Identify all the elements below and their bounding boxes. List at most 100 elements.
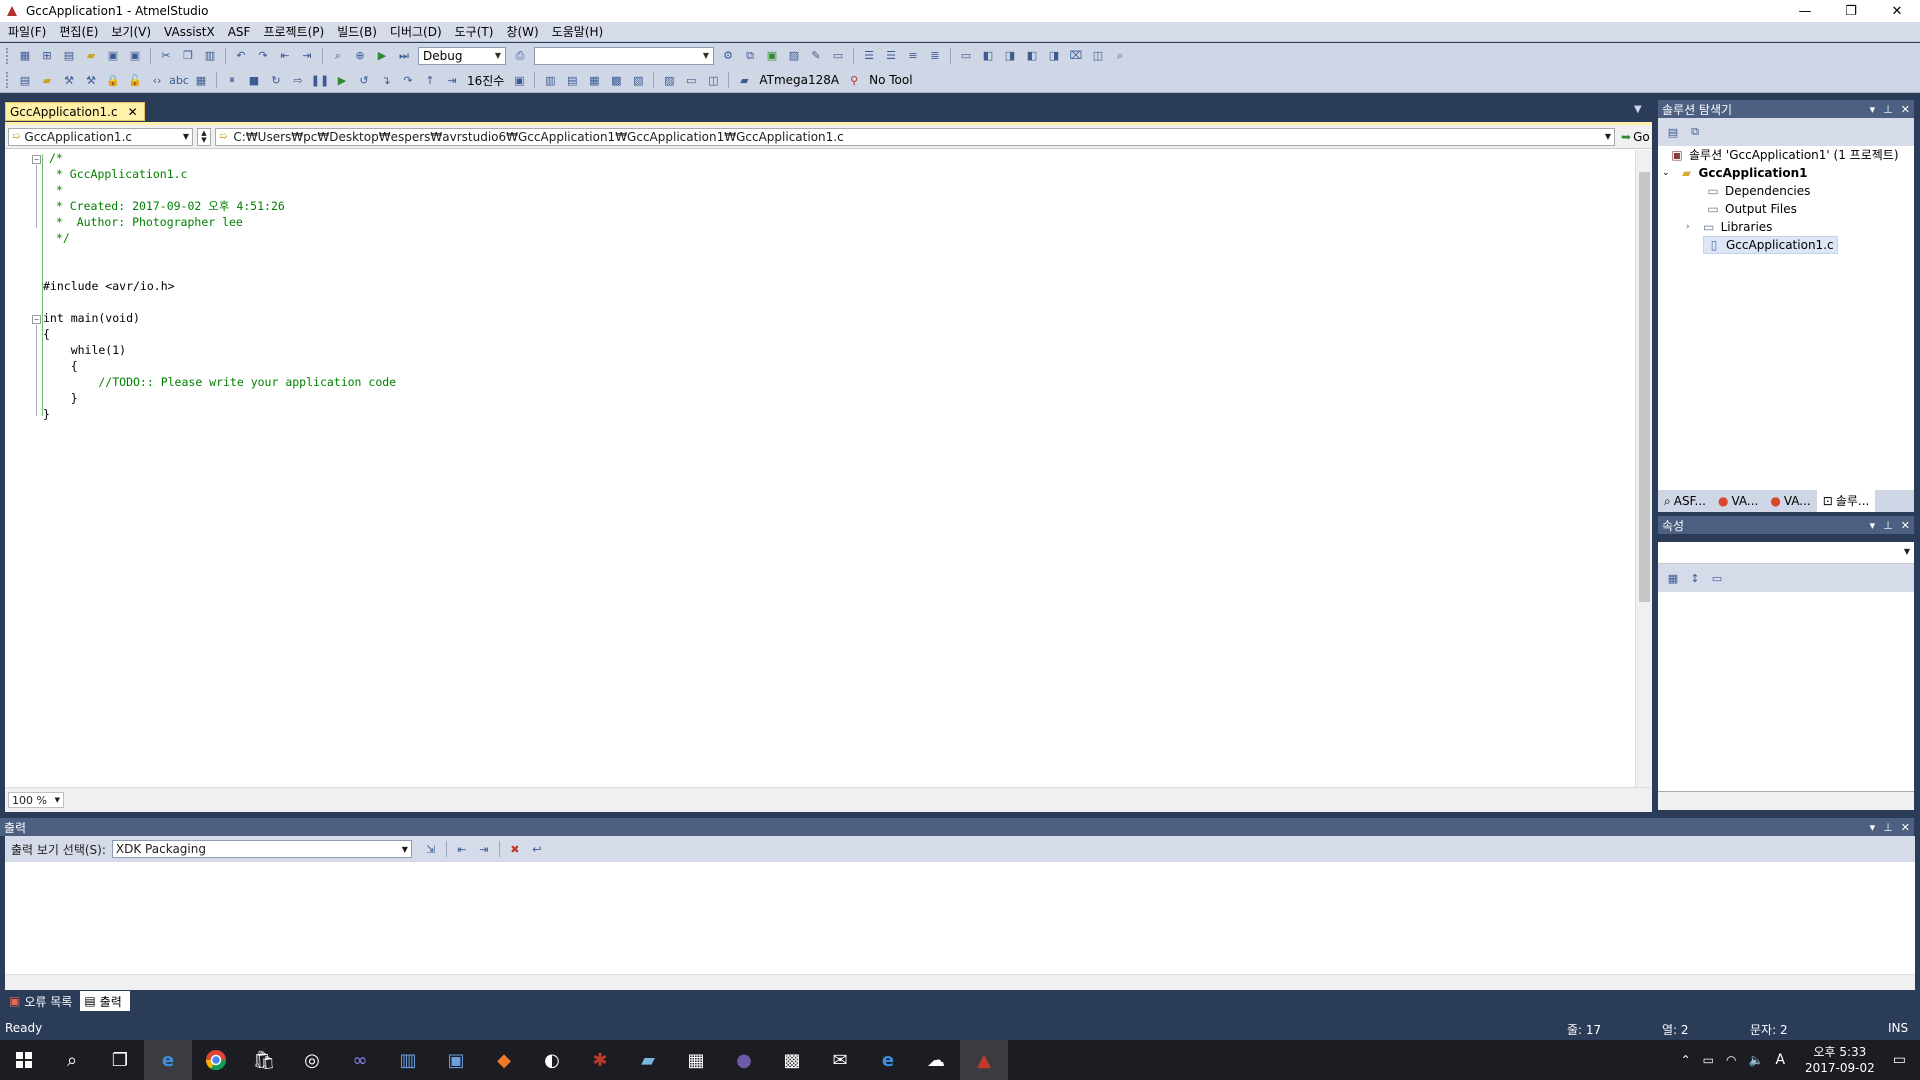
- menu-file[interactable]: 파일(F): [4, 22, 55, 42]
- chip-icon[interactable]: ▰: [735, 71, 753, 89]
- show-next-statement-icon[interactable]: ⇨: [289, 71, 307, 89]
- tab-output[interactable]: ▤ 출력: [80, 991, 130, 1011]
- step-over-icon[interactable]: ↷: [399, 71, 417, 89]
- menu-tools[interactable]: 도구(T): [451, 22, 503, 42]
- toolbar-grip[interactable]: [6, 72, 10, 88]
- volume-icon[interactable]: 🔈: [1748, 1053, 1763, 1067]
- menu-build[interactable]: 빌드(B): [333, 22, 386, 42]
- tree-dependencies[interactable]: ▭ Dependencies: [1706, 182, 1810, 200]
- tab-list-dropdown-icon[interactable]: ▼: [1634, 104, 1642, 115]
- watch-icon[interactable]: ▨: [660, 71, 678, 89]
- notes-icon[interactable]: ▰: [624, 1040, 672, 1080]
- bookmark-icon[interactable]: ▭: [957, 47, 975, 65]
- property-pages-icon[interactable]: ▭: [1708, 569, 1726, 587]
- toolbar-grip[interactable]: [6, 47, 10, 64]
- tree-solution[interactable]: ▣ 솔루션 'GccApplication1' (1 프로젝트): [1670, 146, 1898, 164]
- add-existing-icon[interactable]: ▤: [60, 47, 78, 65]
- store-icon[interactable]: 🛍: [240, 1040, 288, 1080]
- clock[interactable]: 오후 5:33 2017-09-02: [1805, 1044, 1875, 1076]
- memory-icon[interactable]: ▥: [541, 71, 559, 89]
- comment-icon[interactable]: ≡: [904, 47, 922, 65]
- edge-browser-icon[interactable]: e: [144, 1040, 192, 1080]
- device-programming-icon[interactable]: ⚙: [719, 47, 737, 65]
- menu-vassistx[interactable]: VAssistX: [160, 22, 224, 42]
- tree-libraries[interactable]: › ▭ Libraries: [1686, 218, 1772, 236]
- panel-menu-icon[interactable]: ▾: [1870, 519, 1876, 532]
- media-player-icon[interactable]: ◎: [288, 1040, 336, 1080]
- start-debugging-icon[interactable]: ▶: [373, 47, 391, 65]
- next-bookmark-folder-icon[interactable]: ◨: [1045, 47, 1063, 65]
- tray-overflow-icon[interactable]: ⌃: [1681, 1053, 1691, 1067]
- tab-solution-explorer[interactable]: ⊡ 솔루...: [1816, 490, 1876, 512]
- clear-all-icon[interactable]: ✖: [506, 840, 524, 858]
- collapse-main-toggle[interactable]: −: [32, 315, 41, 324]
- visual-studio-icon[interactable]: ▥: [384, 1040, 432, 1080]
- new-project-icon[interactable]: ▦: [16, 47, 34, 65]
- project-properties-icon[interactable]: ▤: [16, 71, 34, 89]
- redo-icon[interactable]: ↷: [254, 47, 272, 65]
- output-source-combo[interactable]: XDK Packaging ▼: [111, 840, 412, 858]
- tab-asf-explorer[interactable]: ⌕ ASF...: [1658, 490, 1712, 512]
- restart-icon[interactable]: ↻: [267, 71, 285, 89]
- pause-icon[interactable]: ❚❚: [311, 71, 329, 89]
- tree-output-files[interactable]: ▭ Output Files: [1706, 200, 1797, 218]
- property-grid[interactable]: [1658, 592, 1914, 792]
- break-all-icon[interactable]: ⏸: [223, 71, 241, 89]
- window-layout-icon[interactable]: ▭: [829, 47, 847, 65]
- show-all-files-icon[interactable]: ⧉: [1686, 123, 1704, 141]
- eclipse-icon[interactable]: ●: [720, 1040, 768, 1080]
- find-combo-icon[interactable]: ⎙: [511, 47, 529, 65]
- tree-source-file[interactable]: ▯ GccApplication1.c: [1703, 236, 1838, 254]
- find-icon[interactable]: ⌕: [329, 47, 347, 65]
- file-scope-combo[interactable]: ➯ GccApplication1.c ▼: [8, 127, 193, 146]
- windows-dropdown-icon[interactable]: ▣: [510, 71, 528, 89]
- menu-help[interactable]: 도움말(H): [548, 22, 613, 42]
- spell-check-icon[interactable]: abc: [169, 71, 189, 89]
- tree-project[interactable]: ⌄ ▰ GccApplication1: [1662, 164, 1808, 182]
- photo-app-icon[interactable]: ▩: [768, 1040, 816, 1080]
- data-visualizer-icon[interactable]: ▣: [763, 47, 781, 65]
- start-without-debugging-icon[interactable]: ⏭: [395, 47, 413, 65]
- save-all-icon[interactable]: ▣: [126, 47, 144, 65]
- notification-center-icon[interactable]: ▭: [1893, 1052, 1906, 1068]
- tab-va-outline[interactable]: ● VA...: [1764, 490, 1816, 512]
- open-file-icon[interactable]: ▰: [82, 47, 100, 65]
- disassembly-icon[interactable]: ▧: [629, 71, 647, 89]
- step-out-icon[interactable]: ↑: [421, 71, 439, 89]
- start-button[interactable]: [0, 1040, 48, 1080]
- battery-icon[interactable]: ▭: [1703, 1053, 1714, 1067]
- orange-app-icon[interactable]: ◆: [480, 1040, 528, 1080]
- path-combo[interactable]: ➯ C:₩Users₩pc₩Desktop₩espers₩avrstudio6₩…: [215, 127, 1615, 146]
- outdent-icon[interactable]: ☰: [882, 47, 900, 65]
- tab-error-list[interactable]: ▣ 오류 목록: [5, 991, 80, 1011]
- options-icon[interactable]: ▦: [192, 71, 210, 89]
- registers-icon[interactable]: ▤: [563, 71, 581, 89]
- code-braces-icon[interactable]: ‹›: [148, 71, 166, 89]
- object-selector[interactable]: ▼: [1658, 542, 1914, 564]
- tab-gccapplication1-c[interactable]: GccApplication1.c ✕: [5, 102, 145, 121]
- expand-arrow-icon[interactable]: ›: [1686, 218, 1690, 236]
- pin-icon[interactable]: ⊥: [1883, 103, 1893, 116]
- find-message-icon[interactable]: ⇲: [422, 840, 440, 858]
- add-item-icon[interactable]: ⊞: [38, 47, 56, 65]
- prev-message-icon[interactable]: ⇤: [453, 840, 471, 858]
- close-tab-icon[interactable]: ✕: [128, 105, 138, 119]
- clear-bookmarks-icon[interactable]: ⌧: [1067, 47, 1085, 65]
- search-icon[interactable]: ⌕: [1111, 47, 1129, 65]
- io-view-icon[interactable]: ▦: [585, 71, 603, 89]
- properties-icon[interactable]: ▤: [1664, 123, 1682, 141]
- alphabetical-icon[interactable]: ↕: [1686, 569, 1704, 587]
- tool-icon[interactable]: ⚲: [845, 71, 863, 89]
- menu-edit[interactable]: 편집(E): [55, 22, 107, 42]
- menu-project[interactable]: 프로젝트(P): [259, 22, 333, 42]
- processor-icon[interactable]: ▩: [607, 71, 625, 89]
- scope-spinner[interactable]: ▲ ▼: [197, 127, 211, 146]
- open-folder-icon[interactable]: ▰: [38, 71, 56, 89]
- pin-icon[interactable]: ⊥: [1883, 821, 1893, 834]
- panel-close-icon[interactable]: ✕: [1901, 519, 1910, 532]
- tool-label[interactable]: No Tool: [869, 73, 912, 87]
- mail-icon[interactable]: ✉: [816, 1040, 864, 1080]
- panel-close-icon[interactable]: ✕: [1901, 103, 1910, 116]
- find-combo[interactable]: ▼: [534, 46, 714, 65]
- save-icon[interactable]: ▣: [104, 47, 122, 65]
